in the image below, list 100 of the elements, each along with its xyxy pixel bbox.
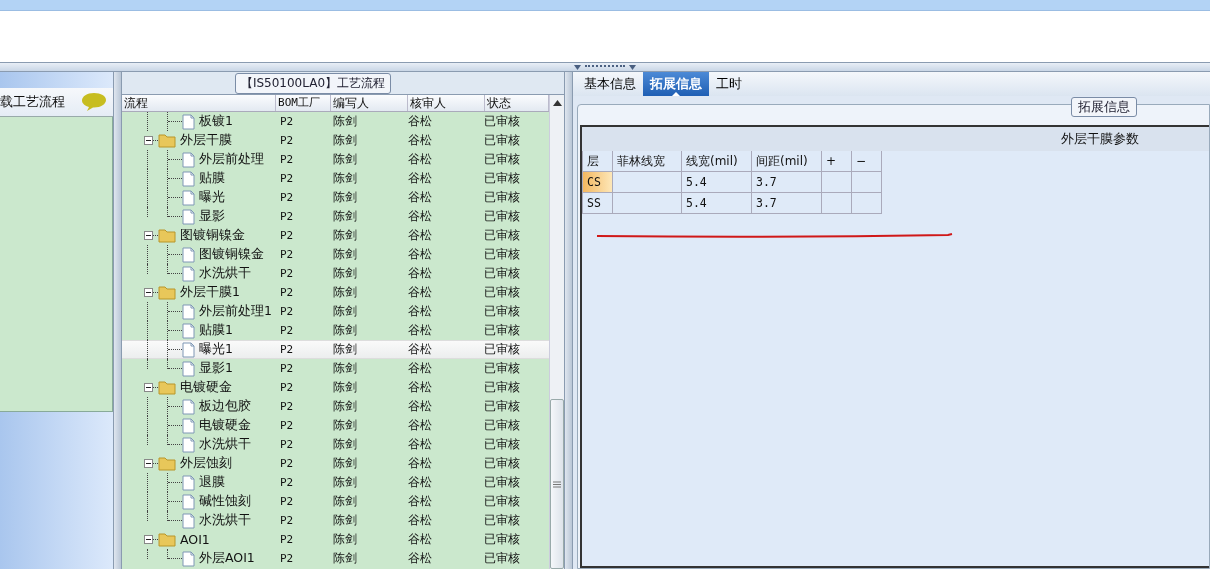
- tree-row[interactable]: 电镀硬金 P2 陈剑 谷松 已审核: [122, 416, 549, 435]
- file-icon: [182, 341, 195, 358]
- table-cell-text: P2: [279, 267, 295, 280]
- tree-node[interactable]: 退膜: [195, 474, 225, 491]
- tab[interactable]: 工时: [709, 72, 749, 96]
- tree-node[interactable]: AOI1: [176, 532, 210, 547]
- group-title: 【IS50100LA0】工艺流程: [234, 73, 392, 94]
- selected-table-row[interactable]: [0, 0, 1210, 11]
- tree-row[interactable]: 水洗烘干 P2 陈剑 谷松 已审核: [122, 264, 549, 283]
- collapse-up-icon[interactable]: [574, 64, 581, 70]
- tree-row[interactable]: 水洗烘干 P2 陈剑 谷松 已审核: [122, 511, 549, 530]
- table-cell-text: 已审核: [483, 113, 521, 130]
- tree-row[interactable]: 外层蚀刻 P2 陈剑 谷松 已审核: [122, 454, 549, 473]
- tree-row[interactable]: 碱性蚀刻 P2 陈剑 谷松 已审核: [122, 492, 549, 511]
- splitter-bar[interactable]: [113, 72, 122, 569]
- tree-node[interactable]: 显影1: [195, 360, 233, 377]
- tree-row[interactable]: 外层AOI1 P2 陈剑 谷松 已审核: [122, 549, 549, 568]
- table-cell[interactable]: [822, 172, 852, 193]
- table-cell-text: 谷松: [407, 455, 433, 472]
- tree-node[interactable]: 外层干膜: [176, 132, 232, 149]
- tree-row[interactable]: 显影 P2 陈剑 谷松 已审核: [122, 207, 549, 226]
- file-icon: [182, 151, 195, 168]
- tree-row[interactable]: 图镀铜镍金 P2 陈剑 谷松 已审核: [122, 226, 549, 245]
- tree-row[interactable]: 贴膜 P2 陈剑 谷松 已审核: [122, 169, 549, 188]
- tree-node[interactable]: 外层蚀刻: [176, 455, 232, 472]
- collapse-down-icon[interactable]: [629, 64, 636, 70]
- collapse-toggle[interactable]: [144, 136, 153, 145]
- column-header[interactable]: 核审人: [407, 95, 486, 111]
- table-cell-text: P2: [279, 381, 295, 394]
- table-cell[interactable]: [852, 172, 882, 193]
- table-cell-text: P2: [279, 438, 295, 451]
- collapse-toggle[interactable]: [144, 383, 153, 392]
- tree-row[interactable]: 外层干膜1 P2 陈剑 谷松 已审核: [122, 283, 549, 302]
- table-cell-text: 已审核: [483, 132, 521, 149]
- tree-node[interactable]: 电镀硬金: [195, 417, 251, 434]
- table-cell[interactable]: [822, 193, 852, 214]
- tree-node[interactable]: 水洗烘干: [195, 436, 251, 453]
- column-header[interactable]: 编写人: [331, 95, 408, 111]
- tree-row[interactable]: 图镀铜镍金 P2 陈剑 谷松 已审核: [122, 245, 549, 264]
- tree-node[interactable]: 曝光1: [195, 341, 233, 358]
- table-cell[interactable]: 3.7: [752, 193, 822, 214]
- tree-node[interactable]: 水洗烘干: [195, 512, 251, 529]
- scrollbar-thumb[interactable]: [550, 399, 564, 569]
- column-header[interactable]: 间距(mil): [752, 151, 822, 172]
- speech-bubble-icon[interactable]: [81, 92, 107, 112]
- table-cell-text: 已审核: [483, 455, 521, 472]
- tree-node[interactable]: 贴膜: [195, 170, 225, 187]
- tree-node[interactable]: 外层前处理1: [195, 303, 272, 320]
- table-cell[interactable]: 3.7: [752, 172, 822, 193]
- column-header[interactable]: 状态: [485, 95, 549, 111]
- table-cell-text: 已审核: [483, 189, 521, 206]
- column-header[interactable]: 线宽(mil): [682, 151, 752, 172]
- tree-row[interactable]: 显影1 P2 陈剑 谷松 已审核: [122, 359, 549, 378]
- tree-node[interactable]: 曝光: [195, 189, 225, 206]
- collapse-toggle[interactable]: [144, 288, 153, 297]
- tree-row[interactable]: 水洗烘干 P2 陈剑 谷松 已审核: [122, 435, 549, 454]
- tree-row[interactable]: 曝光 P2 陈剑 谷松 已审核: [122, 188, 549, 207]
- table-cell[interactable]: 5.4: [682, 172, 752, 193]
- tree-row[interactable]: 外层前处理 P2 陈剑 谷松 已审核: [122, 150, 549, 169]
- tree-row[interactable]: 退膜 P2 陈剑 谷松 已审核: [122, 473, 549, 492]
- collapse-toggle[interactable]: [144, 459, 153, 468]
- tree-node[interactable]: 图镀铜镍金: [176, 227, 245, 244]
- tree-node[interactable]: 贴膜1: [195, 322, 233, 339]
- tree-row[interactable]: 板边包胶 P2 陈剑 谷松 已审核: [122, 397, 549, 416]
- row-header[interactable]: CS: [583, 172, 613, 193]
- tree-node[interactable]: 图镀铜镍金: [195, 246, 264, 263]
- table-cell[interactable]: [852, 193, 882, 214]
- tree-node[interactable]: 板边包胶: [195, 398, 251, 415]
- table-cell[interactable]: [613, 193, 682, 214]
- tree-node[interactable]: 板镀1: [195, 113, 233, 130]
- column-header[interactable]: 流程: [122, 95, 277, 111]
- table-cell[interactable]: [613, 172, 682, 193]
- tree-node[interactable]: 外层AOI1: [195, 550, 255, 567]
- collapse-toggle[interactable]: [144, 231, 153, 240]
- tree-node[interactable]: 外层前处理: [195, 151, 264, 168]
- tab[interactable]: 拓展信息: [643, 72, 709, 96]
- tree-node[interactable]: 水洗烘干: [195, 265, 251, 282]
- tab[interactable]: 基本信息: [577, 72, 643, 96]
- column-header[interactable]: +: [822, 151, 852, 172]
- collapse-toggle[interactable]: [144, 535, 153, 544]
- tree-node[interactable]: 显影: [195, 208, 225, 225]
- column-header[interactable]: −: [852, 151, 882, 172]
- scroll-up-icon[interactable]: [552, 100, 562, 106]
- table-cell-text: 已审核: [483, 493, 521, 510]
- column-header[interactable]: BOM工厂: [276, 95, 332, 111]
- table-cell-text: 已审核: [483, 151, 521, 168]
- column-header[interactable]: 菲林线宽: [613, 151, 682, 172]
- tree-row[interactable]: 板镀1 P2 陈剑 谷松 已审核: [122, 112, 549, 131]
- row-header[interactable]: SS: [583, 193, 613, 214]
- tree-row[interactable]: AOI1 P2 陈剑 谷松 已审核: [122, 530, 549, 549]
- tree-row[interactable]: 外层前处理1 P2 陈剑 谷松 已审核: [122, 302, 549, 321]
- table-cell-text: 已审核: [483, 512, 521, 529]
- tree-node[interactable]: 外层干膜1: [176, 284, 240, 301]
- table-cell-text: 谷松: [407, 436, 433, 453]
- tree-node[interactable]: 电镀硬金: [176, 379, 232, 396]
- tree-row[interactable]: 曝光1 P2 陈剑 谷松 已审核: [122, 340, 549, 359]
- tree-row[interactable]: 外层干膜 P2 陈剑 谷松 已审核: [122, 131, 549, 150]
- tree-row[interactable]: 电镀硬金 P2 陈剑 谷松 已审核: [122, 378, 549, 397]
- tree-node[interactable]: 碱性蚀刻: [195, 493, 251, 510]
- table-cell[interactable]: 5.4: [682, 193, 752, 214]
